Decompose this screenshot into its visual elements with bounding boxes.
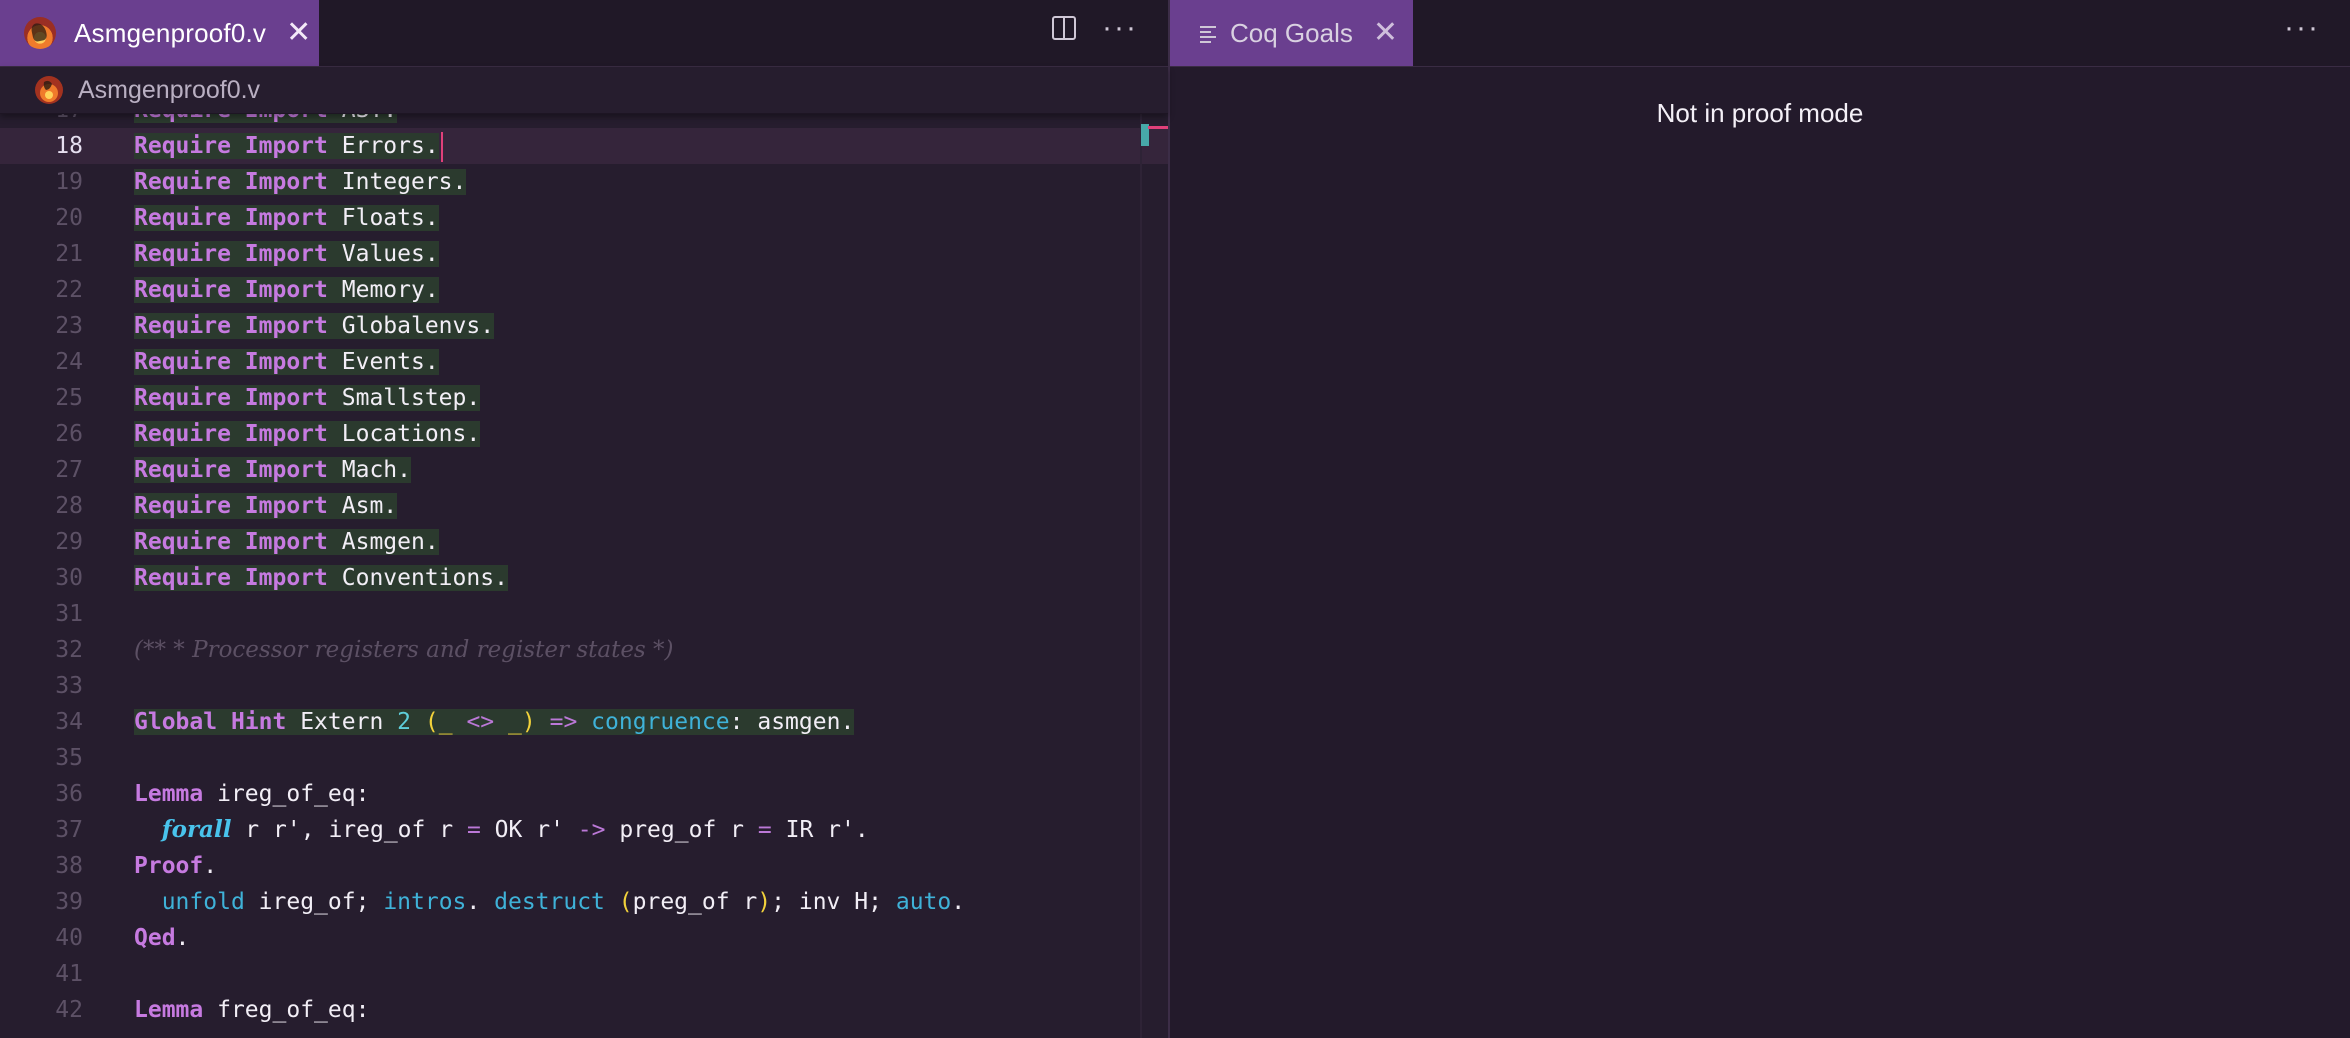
code-line[interactable]: 33 bbox=[0, 668, 1168, 704]
coq-rooster-icon bbox=[35, 76, 63, 104]
line-number: 40 bbox=[55, 925, 83, 951]
code-text: Require Import Values. bbox=[134, 241, 439, 267]
code-text: Require Import Integers. bbox=[134, 169, 467, 195]
code-text: forall r r', ireg_of r = OK r' -> preg_o… bbox=[161, 816, 869, 843]
tab-coq-goals[interactable]: Coq Goals ✕ bbox=[1170, 0, 1413, 66]
line-number: 39 bbox=[55, 889, 83, 915]
code-line[interactable]: 24 Require Import Events. bbox=[0, 344, 1168, 380]
split-editor-icon[interactable] bbox=[1052, 16, 1077, 40]
tab-label: Asmgenproof0.v bbox=[74, 17, 267, 48]
line-number: 21 bbox=[55, 241, 83, 267]
cursor-marker bbox=[1148, 126, 1168, 129]
scrollbar-track[interactable] bbox=[1140, 113, 1142, 1038]
tab-asmgenproof0[interactable]: Asmgenproof0.v ✕ bbox=[0, 0, 319, 66]
code-text: Require Import Memory. bbox=[134, 277, 439, 303]
line-number: 29 bbox=[55, 529, 83, 555]
code-text: Require Import Asm. bbox=[134, 493, 398, 519]
code-line[interactable]: 25 Require Import Smallstep. bbox=[0, 380, 1168, 416]
goals-tab-bar: Coq Goals ✕ ··· bbox=[1170, 0, 2350, 67]
code-text: Proof. bbox=[134, 853, 218, 879]
code-line[interactable]: 36 Lemma ireg_of_eq: bbox=[0, 776, 1168, 812]
line-number: 18 bbox=[55, 133, 83, 159]
code-line[interactable]: 20 Require Import Floats. bbox=[0, 200, 1168, 236]
code-line[interactable]: 39 unfold ireg_of; intros. destruct (pre… bbox=[0, 884, 1168, 920]
line-number: 34 bbox=[55, 709, 83, 735]
more-actions-icon[interactable]: ··· bbox=[2284, 13, 2320, 43]
line-number: 36 bbox=[55, 781, 83, 807]
line-number: 24 bbox=[55, 349, 83, 375]
code-line[interactable]: 28 Require Import Asm. bbox=[0, 488, 1168, 524]
line-number: 20 bbox=[55, 205, 83, 231]
code-text: (** * Processor registers and register s… bbox=[134, 637, 674, 663]
goals-status-message: Not in proof mode bbox=[1656, 98, 1864, 128]
code-line[interactable]: 35 bbox=[0, 740, 1168, 776]
code-line[interactable]: 37 forall r r', ireg_of r = OK r' -> pre… bbox=[0, 812, 1168, 848]
code-line[interactable]: 21 Require Import Values. bbox=[0, 236, 1168, 272]
code-line[interactable]: 22 Require Import Memory. bbox=[0, 272, 1168, 308]
breadcrumb-file[interactable]: Asmgenproof0.v bbox=[78, 76, 260, 105]
line-number: 30 bbox=[55, 565, 83, 591]
editor-tab-bar: Asmgenproof0.v ✕ ··· bbox=[0, 0, 1168, 67]
line-number: 22 bbox=[55, 277, 83, 303]
code-line[interactable]: 26 Require Import Locations. bbox=[0, 416, 1168, 452]
code-line[interactable]: 34 Global Hint Extern 2 (_ <> _) => congr… bbox=[0, 704, 1168, 740]
tab-label: Coq Goals bbox=[1230, 17, 1353, 48]
coq-rooster-icon bbox=[24, 17, 56, 49]
code-line[interactable]: 23 Require Import Globalenvs. bbox=[0, 308, 1168, 344]
code-text: Require Import Globalenvs. bbox=[134, 313, 495, 339]
line-number: 37 bbox=[55, 817, 83, 843]
line-number: 35 bbox=[55, 745, 83, 771]
code-text: Lemma ireg_of_eq: bbox=[134, 781, 370, 807]
code-text: Qed. bbox=[134, 925, 190, 951]
text-cursor bbox=[440, 131, 444, 162]
code-text: Require Import Smallstep. bbox=[134, 385, 481, 411]
editor-actions: ··· bbox=[1052, 13, 1138, 43]
line-number: 33 bbox=[55, 673, 83, 699]
code-text: Require Import Locations. bbox=[134, 421, 481, 447]
line-number: 41 bbox=[55, 961, 83, 987]
code-line[interactable]: 32 (** * Processor registers and register… bbox=[0, 632, 1168, 668]
line-number: 26 bbox=[55, 421, 83, 447]
code-text: Global Hint Extern 2 (_ <> _) => congrue… bbox=[134, 709, 855, 735]
close-icon[interactable]: ✕ bbox=[286, 18, 311, 48]
code-text: Require Import Asmgen. bbox=[134, 529, 439, 555]
code-line[interactable]: 30 Require Import Conventions. bbox=[0, 560, 1168, 596]
code-line[interactable]: 19 Require Import Integers. bbox=[0, 164, 1168, 200]
more-actions-icon[interactable]: ··· bbox=[1102, 13, 1138, 43]
close-icon[interactable]: ✕ bbox=[1373, 18, 1398, 48]
breadcrumb: Asmgenproof0.v bbox=[0, 67, 1168, 114]
code-line[interactable]: 18 Require Import Errors. bbox=[0, 128, 1168, 164]
code-editor[interactable]: 17Require Import AST.18Require Import Er… bbox=[0, 104, 1168, 1038]
line-number: 42 bbox=[55, 997, 83, 1023]
code-line[interactable]: 38 Proof. bbox=[0, 848, 1168, 884]
code-text: unfold ireg_of; intros. destruct (preg_o… bbox=[161, 889, 966, 915]
line-number: 19 bbox=[55, 169, 83, 195]
code-line[interactable]: 41 bbox=[0, 956, 1168, 992]
code-line[interactable]: 40 Qed. bbox=[0, 920, 1168, 956]
line-number: 31 bbox=[55, 601, 83, 627]
code-text: Require Import Events. bbox=[134, 349, 439, 375]
code-text: Require Import Conventions. bbox=[134, 565, 508, 591]
code-text: Require Import Errors. bbox=[134, 128, 444, 164]
code-text: Require Import Floats. bbox=[134, 205, 439, 231]
code-line[interactable]: 31 bbox=[0, 596, 1168, 632]
line-number: 32 bbox=[55, 637, 83, 663]
code-text: Require Import Mach. bbox=[134, 457, 411, 483]
editor-group-left: Asmgenproof0.v ✕ ··· Asmgenproof0.v 17Re… bbox=[0, 0, 1168, 1038]
list-icon bbox=[1200, 24, 1218, 43]
line-number: 28 bbox=[55, 493, 83, 519]
code-line[interactable]: 42 Lemma freg_of_eq: bbox=[0, 992, 1168, 1028]
line-number: 27 bbox=[55, 457, 83, 483]
code-text: Lemma freg_of_eq: bbox=[134, 997, 370, 1023]
line-number: 25 bbox=[55, 385, 83, 411]
editor-group-right: Coq Goals ✕ ··· Not in proof mode bbox=[1170, 0, 2350, 1038]
line-number: 23 bbox=[55, 313, 83, 339]
code-line[interactable]: 29 Require Import Asmgen. bbox=[0, 524, 1168, 560]
line-number: 38 bbox=[55, 853, 83, 879]
code-line[interactable]: 27 Require Import Mach. bbox=[0, 452, 1168, 488]
